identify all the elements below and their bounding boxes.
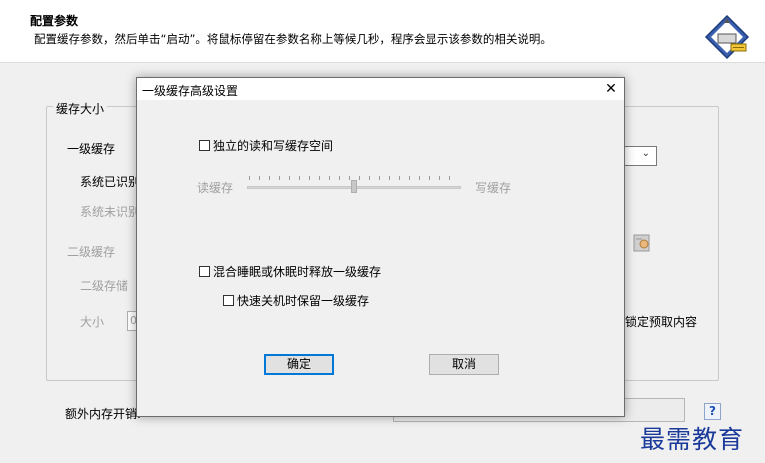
header-title: 配置参数 bbox=[30, 14, 79, 28]
checkbox-box[interactable] bbox=[199, 140, 210, 151]
wizard-header: 配置参数 配置缓存参数，然后单击“启动”。将鼠标停留在参数名称上等候几秒，程序会… bbox=[0, 0, 765, 63]
slider-write-label: 写缓存 bbox=[475, 181, 512, 195]
close-icon[interactable]: ✕ bbox=[600, 79, 622, 99]
slider-read-label: 读缓存 bbox=[197, 181, 234, 195]
checkbox-box[interactable] bbox=[223, 295, 234, 306]
checkbox-box[interactable] bbox=[199, 266, 210, 277]
watermark-text: 最需教育 bbox=[640, 425, 745, 454]
cache-size-group-title: 缓存大小 bbox=[53, 100, 108, 117]
dialog-title: 一级缓存高级设置 bbox=[142, 84, 239, 98]
rw-ratio-slider[interactable]: 读缓存 写缓存 bbox=[197, 176, 517, 197]
cancel-button[interactable]: 取消 bbox=[429, 354, 499, 375]
unrecognized-label: 系统未识别 bbox=[80, 205, 141, 219]
separate-rw-label: 独立的读和写缓存空间 bbox=[213, 139, 334, 153]
help-button[interactable]: ? bbox=[704, 403, 721, 420]
separate-rw-checkbox[interactable]: 独立的读和写缓存空间 bbox=[199, 137, 333, 154]
dialog-titlebar: 一级缓存高级设置 ✕ bbox=[137, 78, 624, 100]
level1-advanced-dialog: 一级缓存高级设置 ✕ 独立的读和写缓存空间 读缓存 写缓存 混合睡眠或休眠时释放… bbox=[136, 77, 625, 417]
keep-on-fast-shutdown-label: 快速关机时保留一级缓存 bbox=[237, 294, 370, 308]
keep-on-fast-shutdown-checkbox[interactable]: 快速关机时保留一级缓存 bbox=[223, 292, 369, 309]
release-on-sleep-label: 混合睡眠或休眠时释放一级缓存 bbox=[213, 265, 382, 279]
storage-icon[interactable] bbox=[632, 233, 652, 253]
header-description: 配置缓存参数，然后单击“启动”。将鼠标停留在参数名称上等候几秒，程序会显示该参数… bbox=[34, 32, 552, 46]
level2-cache-label: 二级缓存 bbox=[67, 245, 116, 259]
ok-button[interactable]: 确定 bbox=[264, 354, 334, 375]
level1-size-dropdown[interactable]: ⌄ bbox=[620, 146, 657, 166]
size-label: 大小 bbox=[80, 315, 105, 329]
extra-memory-label: 额外内存开销: bbox=[65, 407, 142, 421]
slider-thumb[interactable] bbox=[351, 180, 357, 193]
wizard-logo-icon bbox=[704, 14, 750, 60]
recognized-label: 系统已识别 bbox=[80, 175, 141, 189]
level2-storage-label: 二级存储 bbox=[80, 279, 129, 293]
lock-prefetch-label: 锁定预取内容 bbox=[625, 315, 698, 329]
chevron-down-icon: ⌄ bbox=[641, 148, 650, 159]
release-on-sleep-checkbox[interactable]: 混合睡眠或休眠时释放一级缓存 bbox=[199, 263, 381, 280]
level1-cache-label: 一级缓存 bbox=[67, 142, 116, 156]
